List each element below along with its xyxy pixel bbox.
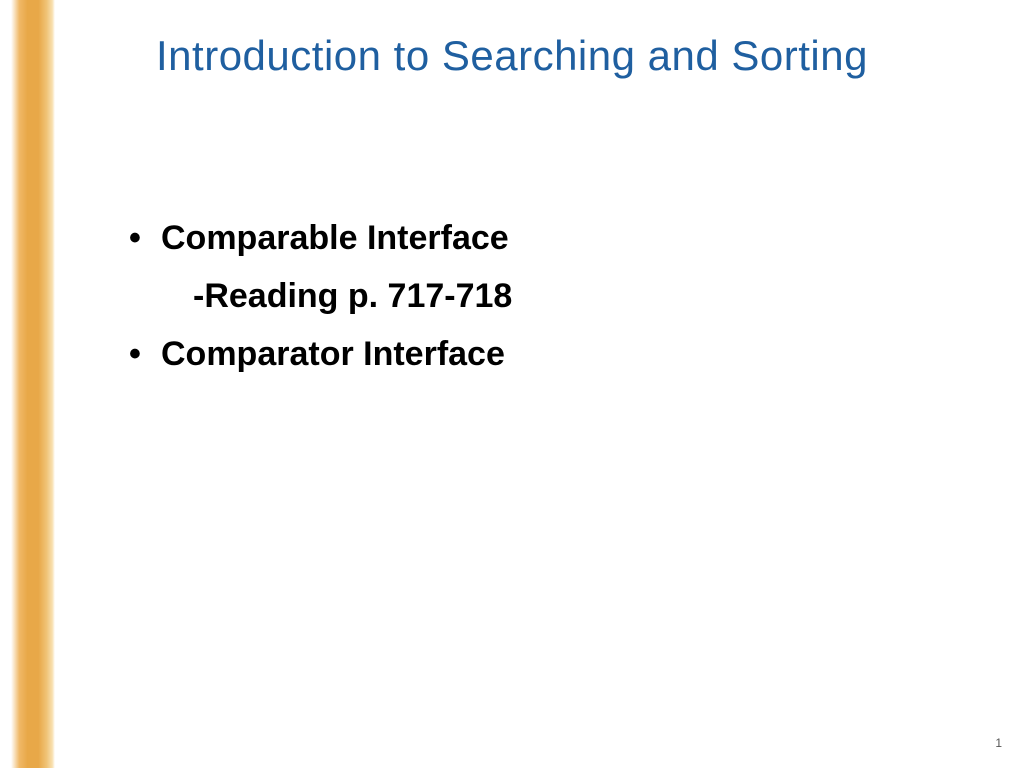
bullet-text: Comparator Interface <box>161 335 505 373</box>
page-number: 1 <box>995 736 1002 750</box>
side-decoration <box>0 0 55 768</box>
bullet-item: Comparable Interface <box>125 210 964 268</box>
bullet-sub-item: -Reading p. 717-718 <box>125 268 964 326</box>
slide-title: Introduction to Searching and Sorting <box>0 32 1024 80</box>
bullet-text: Comparable Interface <box>161 219 509 257</box>
bullet-item: Comparator Interface <box>125 326 964 384</box>
slide-content: Comparable Interface -Reading p. 717-718… <box>125 210 964 383</box>
